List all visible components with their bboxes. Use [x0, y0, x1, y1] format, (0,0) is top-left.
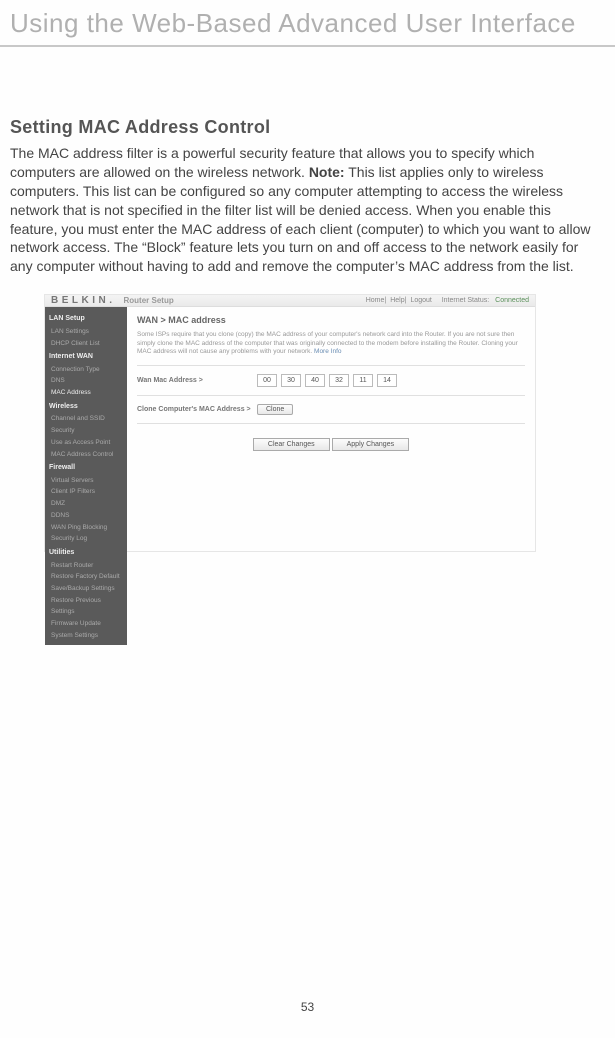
note-label: Note:	[309, 164, 345, 180]
sidebar-item[interactable]: DHCP Client List	[49, 338, 123, 350]
sidebar-item[interactable]: Restart Router	[49, 560, 123, 572]
sidebar-item[interactable]: Client IP Filters	[49, 486, 123, 498]
mac-octet-input[interactable]: 40	[305, 374, 325, 387]
sidebar-item[interactable]: Restore Factory Default	[49, 571, 123, 583]
router-brand-sub: Router Setup	[124, 296, 174, 305]
sidebar-item[interactable]: LAN Settings	[49, 326, 123, 338]
apply-changes-button[interactable]: Apply Changes	[332, 438, 409, 451]
router-sidebar: LAN Setup LAN Settings DHCP Client List …	[45, 307, 127, 645]
page-header: Using the Web-Based Advanced User Interf…	[0, 0, 615, 47]
sidebar-item-active[interactable]: MAC Address	[49, 387, 123, 399]
router-brand: BELKIN.	[51, 295, 116, 306]
sidebar-head-utilities: Utilities	[49, 547, 123, 560]
section-title: Setting MAC Address Control	[10, 117, 595, 138]
clear-changes-button[interactable]: Clear Changes	[253, 438, 330, 451]
router-screenshot: BELKIN. Router Setup Home|Help|Logout In…	[44, 294, 536, 552]
mac-label: Wan Mac Address >	[137, 377, 257, 384]
router-main-title: WAN > MAC address	[137, 315, 525, 325]
sidebar-item[interactable]: DDNS	[49, 510, 123, 522]
mac-address-row: Wan Mac Address > 00 30 40 32 11 14	[137, 374, 525, 387]
mac-octet-input[interactable]: 32	[329, 374, 349, 387]
page-number: 53	[0, 1000, 615, 1014]
router-main: WAN > MAC address Some ISPs require that…	[127, 307, 535, 645]
sidebar-item[interactable]: DMZ	[49, 498, 123, 510]
divider	[137, 365, 525, 366]
router-body: LAN Setup LAN Settings DHCP Client List …	[45, 307, 535, 645]
sidebar-item[interactable]: Firmware Update	[49, 618, 123, 630]
note-body: This list applies only to wireless compu…	[10, 164, 591, 274]
clone-label: Clone Computer's MAC Address >	[137, 406, 257, 413]
more-info-link[interactable]: More Info	[314, 348, 341, 355]
sidebar-head-wireless: Wireless	[49, 401, 123, 414]
sidebar-item[interactable]: MAC Address Control	[49, 449, 123, 461]
top-link-home[interactable]: Home	[366, 297, 385, 304]
mac-octet-input[interactable]: 00	[257, 374, 277, 387]
sidebar-item[interactable]: DNS	[49, 375, 123, 387]
sidebar-item[interactable]: Channel and SSID	[49, 413, 123, 425]
mac-octet-input[interactable]: 14	[377, 374, 397, 387]
sidebar-head-firewall: Firewall	[49, 462, 123, 475]
clone-row: Clone Computer's MAC Address > Clone	[137, 404, 525, 415]
sidebar-item[interactable]: Security	[49, 425, 123, 437]
sidebar-item[interactable]: Save/Backup Settings	[49, 583, 123, 595]
router-top-links: Home|Help|Logout Internet Status: Connec…	[362, 297, 529, 304]
sidebar-item[interactable]: System Settings	[49, 630, 123, 642]
mac-octet-input[interactable]: 30	[281, 374, 301, 387]
router-desc: Some ISPs require that you clone (copy) …	[137, 331, 525, 356]
top-link-help[interactable]: Help	[390, 297, 404, 304]
sidebar-item[interactable]: Virtual Servers	[49, 475, 123, 487]
top-link-logout[interactable]: Logout	[410, 297, 431, 304]
divider	[137, 395, 525, 396]
sidebar-item[interactable]: Restore Previous Settings	[49, 595, 123, 618]
clone-button[interactable]: Clone	[257, 404, 293, 415]
section-body: The MAC address filter is a powerful sec…	[10, 144, 595, 276]
sidebar-item[interactable]: Security Log	[49, 533, 123, 545]
action-row: Clear Changes Apply Changes	[137, 438, 525, 451]
content-area: Setting MAC Address Control The MAC addr…	[0, 47, 615, 552]
sidebar-item[interactable]: WAN Ping Blocking	[49, 522, 123, 534]
mac-octet-input[interactable]: 11	[353, 374, 373, 387]
sidebar-item[interactable]: Connection Type	[49, 364, 123, 376]
sidebar-item[interactable]: Use as Access Point	[49, 437, 123, 449]
divider	[137, 423, 525, 424]
sidebar-head-wan: Internet WAN	[49, 351, 123, 364]
status-value: Connected	[495, 297, 529, 304]
status-label: Internet Status:	[442, 297, 489, 304]
sidebar-head-lan: LAN Setup	[49, 313, 123, 326]
router-top-bar: BELKIN. Router Setup Home|Help|Logout In…	[45, 295, 535, 307]
